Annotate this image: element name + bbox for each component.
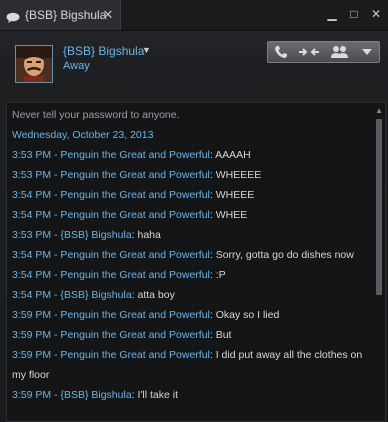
chat-bubble-icon (6, 10, 20, 23)
title-bar: {BSB} Bigshula ✕ ▁ □ ✕ (0, 0, 388, 31)
message-text: : haha (131, 229, 161, 241)
chat-message: 3:54 PM - Penguin the Great and Powerful… (12, 205, 370, 225)
chat-window: {BSB} Bigshula ✕ ▁ □ ✕ {BSB} Bigshula ▼ … (0, 0, 388, 422)
chat-message: 3:59 PM - Penguin the Great and Powerful… (12, 345, 370, 385)
message-sender[interactable]: 3:54 PM - Penguin the Great and Powerful (12, 269, 210, 281)
message-sender[interactable]: 3:59 PM - Penguin the Great and Powerful (12, 329, 210, 341)
chat-message: 3:53 PM - Penguin the Great and Powerful… (12, 165, 370, 185)
tab-close-icon[interactable]: ✕ (101, 7, 115, 23)
message-sender[interactable]: 3:54 PM - Penguin the Great and Powerful (12, 189, 210, 201)
message-sender[interactable]: 3:59 PM - Penguin the Great and Powerful (12, 309, 210, 321)
chat-message: 3:53 PM - Penguin the Great and Powerful… (12, 145, 370, 165)
message-sender[interactable]: 3:53 PM - Penguin the Great and Powerful (12, 169, 210, 181)
chat-header: {BSB} Bigshula ▼ Away (0, 31, 388, 100)
message-sender[interactable]: 3:54 PM - Penguin the Great and Powerful (12, 209, 210, 221)
message-text: : WHEEE (209, 189, 255, 201)
group-icon[interactable] (324, 42, 356, 62)
message-text: : :P (209, 269, 226, 281)
chevron-down-icon[interactable] (356, 42, 378, 62)
user-menu-dropdown[interactable]: ▼ (142, 45, 151, 55)
message-text: : Okay so I lied (209, 309, 280, 321)
tab-title: {BSB} Bigshula (25, 8, 107, 22)
message-sender[interactable]: 3:53 PM - {BSB} Bigshula (12, 229, 132, 241)
chat-messages: Never tell your password to anyone. Wedn… (12, 105, 370, 405)
message-text: : But (209, 329, 232, 341)
chat-message: 3:53 PM - {BSB} Bigshula: haha (12, 225, 370, 245)
window-controls: ▁ □ ✕ (326, 6, 382, 22)
chat-message: 3:54 PM - Penguin the Great and Powerful… (12, 245, 370, 265)
user-name[interactable]: {BSB} Bigshula (63, 44, 144, 58)
message-sender[interactable]: 3:54 PM - {BSB} Bigshula (12, 289, 132, 301)
scroll-up-icon[interactable]: ▲ (375, 106, 383, 115)
phone-icon[interactable] (268, 42, 294, 62)
message-sender[interactable]: 3:59 PM - {BSB} Bigshula (12, 389, 132, 401)
chat-log[interactable]: Never tell your password to anyone. Wedn… (6, 102, 386, 422)
action-toolbar (267, 41, 380, 63)
message-sender[interactable]: 3:59 PM - Penguin the Great and Powerful (12, 349, 210, 361)
minimize-icon[interactable]: ▁ (326, 6, 338, 22)
chat-message: 3:54 PM - {BSB} Bigshula: atta boy (12, 285, 370, 305)
message-text: : WHEEEE (209, 169, 262, 181)
chat-tab[interactable]: {BSB} Bigshula ✕ (0, 0, 121, 30)
scrollbar[interactable]: ▲ (373, 103, 385, 421)
chat-message: 3:54 PM - Penguin the Great and Powerful… (12, 265, 370, 285)
date-header: Wednesday, October 23, 2013 (12, 129, 154, 141)
message-text: : Sorry, gotta go do dishes now (209, 249, 354, 261)
maximize-icon[interactable]: □ (348, 6, 360, 22)
user-status: Away (63, 60, 90, 72)
close-icon[interactable]: ✕ (370, 6, 382, 22)
message-sender[interactable]: 3:54 PM - Penguin the Great and Powerful (12, 249, 210, 261)
system-notice: Never tell your password to anyone. (12, 109, 180, 121)
chat-message: 3:59 PM - Penguin the Great and Powerful… (12, 305, 370, 325)
message-sender[interactable]: 3:53 PM - Penguin the Great and Powerful (12, 149, 210, 161)
scroll-thumb[interactable] (376, 119, 382, 295)
message-text: : atta boy (131, 289, 175, 301)
message-text: : WHEE (209, 209, 248, 221)
message-text: : AAAAH (209, 149, 251, 161)
chat-message: 3:54 PM - Penguin the Great and Powerful… (12, 185, 370, 205)
voice-chat-icon[interactable] (294, 42, 324, 62)
chat-message: 3:59 PM - Penguin the Great and Powerful… (12, 325, 370, 345)
message-text: : I'll take it (131, 389, 179, 401)
chat-message: 3:59 PM - {BSB} Bigshula: I'll take it (12, 385, 370, 405)
avatar[interactable] (15, 45, 53, 83)
